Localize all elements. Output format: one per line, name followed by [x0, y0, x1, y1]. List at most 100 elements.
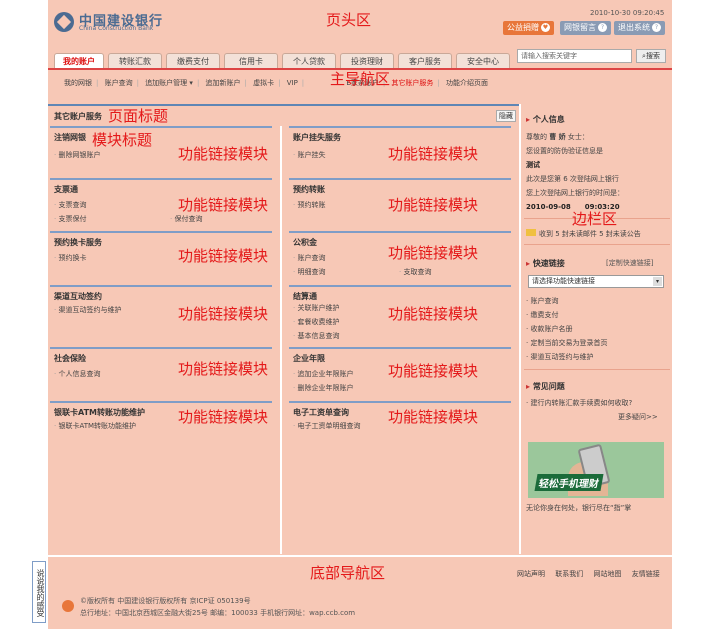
module-link[interactable]: 删除网银账户 — [54, 150, 100, 160]
quick-link-label: 收款账户名册 — [530, 325, 573, 333]
greeting-suffix: 女士： — [567, 133, 589, 141]
annotation-func-module: 功能链接模块 — [178, 196, 269, 214]
module-link[interactable]: 支取查询 — [399, 267, 431, 277]
footer-logo-icon — [62, 600, 74, 612]
annotation-header: 页头区 — [326, 11, 372, 29]
subnav-item[interactable]: 我的网银 — [64, 78, 92, 88]
faq-item[interactable]: · 建行内转账汇款手续费如何收取? — [526, 398, 632, 408]
quick-link[interactable]: · 定制当前交易为登录首页 — [526, 338, 607, 348]
module-divider — [50, 178, 272, 180]
module-link[interactable]: 渠道互动签约与维护 — [54, 305, 121, 315]
search-button[interactable]: ⌕搜索 — [636, 49, 666, 63]
footer-link[interactable]: 网站地图 — [593, 570, 621, 578]
tab-investment[interactable]: 投资理财 — [340, 53, 394, 69]
page-title-bar — [48, 104, 520, 106]
module-link[interactable]: 明细查询 — [293, 267, 325, 277]
module-title: 渠道互动签约 — [54, 292, 102, 301]
quick-link-label: 定制当前交易为登录首页 — [530, 339, 608, 347]
charity-button-label: 公益捐赠 — [507, 23, 539, 32]
module-link[interactable]: 账户挂失 — [293, 150, 325, 160]
tab-personal-loan[interactable]: 个人贷款 — [282, 53, 336, 69]
mobile-banking-banner[interactable]: 轻松手机理财 — [528, 442, 664, 498]
sidebar-personal-title: 个人信息 — [526, 114, 565, 125]
annotation-func-module: 功能链接模块 — [388, 244, 479, 262]
tab-customer-service[interactable]: 客户服务 — [398, 53, 452, 69]
quick-link[interactable]: · 缴费支付 — [526, 310, 558, 320]
faq-more-link[interactable]: 更多疑问>> — [618, 412, 658, 422]
sub-nav: 我的网银 | 账户查询 | 追加账户管理 ▾ | 追加新账户 | 虚拟卡 | VIP | E… — [64, 78, 492, 88]
footer-link[interactable]: 联系我们 — [555, 570, 583, 578]
tab-my-account[interactable]: 我的账户 — [54, 53, 104, 69]
annotation-sidebar: 边栏区 — [572, 210, 618, 228]
module-divider — [50, 401, 272, 403]
quick-link-select[interactable]: 请选择功能快速链接 ▾ — [528, 275, 664, 288]
module-link[interactable]: 电子工资单明细查询 — [293, 421, 360, 431]
verify-text: 您设置的防伪验证信息是 — [526, 147, 603, 155]
search-input[interactable]: 请输入搜索关键字 — [517, 49, 632, 63]
subnav-item[interactable]: 虚拟卡 — [253, 78, 274, 88]
tab-transfer[interactable]: 转账汇款 — [108, 53, 162, 69]
subnav-item[interactable]: VIP — [287, 79, 298, 87]
footer-link[interactable]: 友情链接 — [632, 570, 660, 578]
quick-link[interactable]: · 渠道互动签约与维护 — [526, 352, 593, 362]
footer-link[interactable]: 网站声明 — [517, 570, 545, 578]
tab-security-center[interactable]: 安全中心 — [456, 53, 510, 69]
module-divider — [50, 231, 272, 233]
logout-button[interactable]: 退出系统? — [614, 21, 665, 35]
module-link[interactable]: 预约换卡 — [54, 253, 86, 263]
module-title: 账户挂失服务 — [293, 133, 341, 142]
customize-quick-links[interactable]: [定制快速链接] — [606, 258, 653, 268]
module-link[interactable]: 支票保付 — [54, 214, 86, 224]
module-divider — [289, 231, 511, 233]
subnav-item[interactable]: 账户查询 — [105, 78, 133, 88]
last-login-label: 您上次登陆网上银行的时间是： — [526, 189, 624, 197]
subnav-item[interactable]: 功能介绍页面 — [446, 78, 488, 88]
message-button[interactable]: 网银留言? — [560, 21, 611, 35]
help-icon: ? — [652, 23, 661, 32]
subnav-separator: | — [96, 79, 99, 87]
module-title: 结算通 — [293, 292, 317, 301]
message-button-label: 网银留言 — [564, 23, 596, 32]
quick-link-label: 渠道互动签约与维护 — [530, 353, 594, 361]
module-link[interactable]: 支票查询 — [54, 200, 86, 210]
subnav-item[interactable]: 追加新账户 — [206, 78, 241, 88]
subnav-item-current[interactable]: 其它账户服务 — [391, 78, 433, 88]
tab-payment[interactable]: 缴费支付 — [166, 53, 220, 69]
annotation-func-module: 功能链接模块 — [178, 145, 269, 163]
subnav-item[interactable]: 追加账户管理 ▾ — [145, 78, 193, 88]
module-link[interactable]: 套餐收费维护 — [293, 317, 339, 327]
module-divider — [289, 178, 511, 180]
quick-link-select-value: 请选择功能快速链接 — [532, 277, 595, 285]
module-link[interactable]: 银联卡ATM转账功能维护 — [54, 421, 136, 431]
annotation-func-module: 功能链接模块 — [178, 360, 269, 378]
module-link[interactable]: 账户查询 — [293, 253, 325, 263]
annotation-footer-nav: 底部导航区 — [310, 564, 386, 582]
annotation-func-module: 功能链接模块 — [178, 408, 269, 426]
feedback-tab[interactable]: 说说我的感受 — [32, 561, 46, 623]
module-link[interactable]: 追加企业年限账户 — [293, 369, 353, 379]
module-link[interactable]: 关联账户维护 — [293, 303, 339, 313]
bank-logo[interactable]: 中国建设银行 China Construction Bank — [54, 10, 194, 36]
faq-title: 常见问题 — [526, 381, 565, 392]
mail-notice-text: 收到 5 封未读邮件 5 封未读公告 — [539, 230, 641, 238]
quick-link[interactable]: · 账户查询 — [526, 296, 558, 306]
tab-credit-card[interactable]: 信用卡 — [224, 53, 278, 69]
header-datetime: 2010-10-30 09:20:45 — [590, 9, 665, 17]
module-link[interactable]: 基本信息查询 — [293, 331, 339, 341]
charity-button[interactable]: 公益捐赠 ♥ — [503, 21, 554, 35]
mail-notice[interactable]: 收到 5 封未读邮件 5 封未读公告 — [526, 229, 641, 239]
help-icon: ? — [598, 23, 607, 32]
module-link[interactable]: 删除企业年限账户 — [293, 383, 353, 393]
annotation-func-module: 功能链接模块 — [388, 196, 479, 214]
module-divider — [50, 126, 272, 128]
sidebar-divider-line — [524, 244, 670, 245]
quick-link[interactable]: · 收款账户名册 — [526, 324, 572, 334]
module-title: 注销网银 — [54, 133, 86, 142]
module-link[interactable]: 个人信息查询 — [54, 369, 100, 379]
hide-button[interactable]: 隐藏 — [496, 110, 516, 122]
module-link[interactable]: 预约转账 — [293, 200, 325, 210]
module-link[interactable]: 保付查询 — [170, 214, 202, 224]
module-title: 预约转账 — [293, 185, 325, 194]
module-divider — [289, 401, 511, 403]
module-divider — [50, 285, 272, 287]
